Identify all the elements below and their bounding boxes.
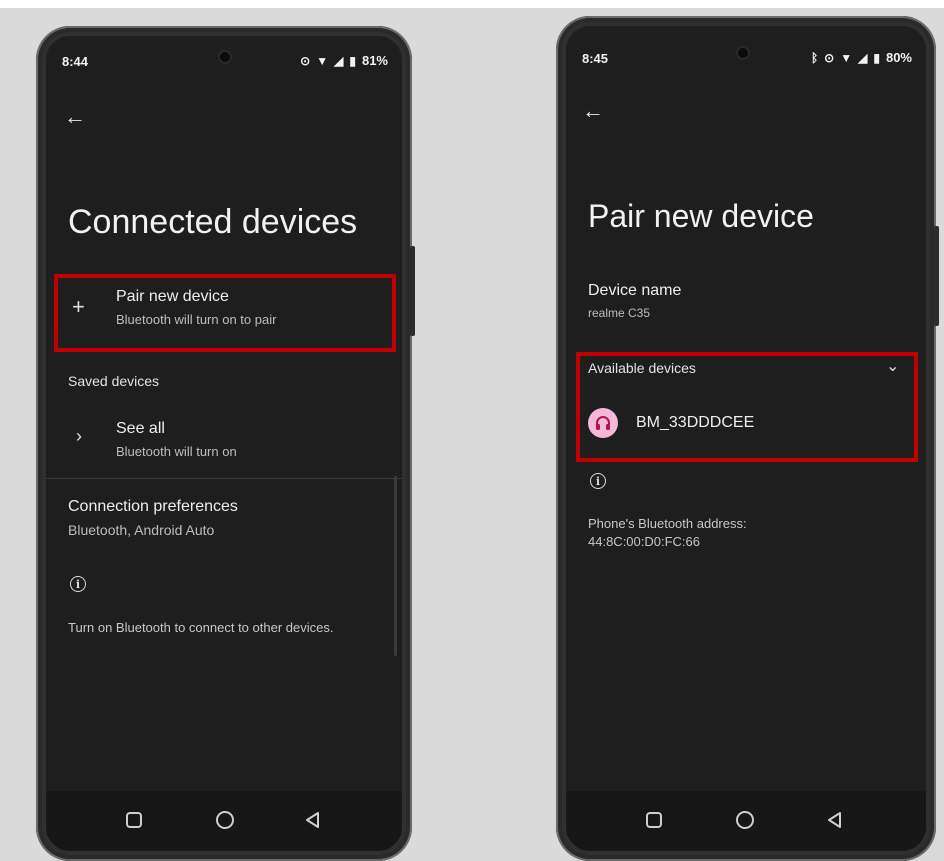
signal-icon: ◢ [858, 50, 868, 65]
status-icons: ᛒ ⊙ ▼ ◢ ▮ 80% [811, 50, 912, 65]
bluetooth-icon: ᛒ [810, 50, 819, 65]
connection-preferences-subtitle: Bluetooth, Android Auto [68, 522, 215, 538]
back-button[interactable] [304, 811, 326, 833]
see-all-title[interactable]: See all [116, 420, 165, 438]
see-all-subtitle: Bluetooth will turn on [116, 444, 237, 459]
recents-button[interactable] [126, 812, 142, 828]
battery-icon: ▮ [349, 53, 356, 68]
saved-devices-header: Saved devices [68, 373, 160, 389]
back-arrow-icon[interactable]: ← [64, 104, 86, 130]
battery-percent: 81% [361, 53, 388, 68]
eye-icon: ⊙ [300, 53, 311, 68]
home-button[interactable] [216, 811, 234, 829]
bluetooth-address-value: 44:8C:00:D0:FC:66 [588, 534, 701, 549]
status-icons: ⊙ ▼ ◢ ▮ 81% [300, 53, 388, 68]
device-name-value: realme C35 [588, 306, 651, 320]
highlight-pair-new-device [54, 274, 396, 352]
recents-button[interactable] [646, 812, 662, 828]
status-time: 8:44 [62, 54, 89, 69]
divider [46, 478, 402, 479]
left-phone: 8:44 ⊙ ▼ ◢ ▮ 81% ← Connected devices + P… [36, 26, 415, 861]
status-time: 8:45 [582, 51, 609, 66]
home-button[interactable] [736, 811, 754, 829]
left-screen: 8:44 ⊙ ▼ ◢ ▮ 81% ← Connected devices + P… [46, 36, 402, 851]
front-camera [738, 48, 748, 58]
highlight-available-devices [576, 352, 918, 462]
bluetooth-info-text: Turn on Bluetooth to connect to other de… [68, 620, 334, 635]
back-arrow-icon[interactable]: ← [582, 98, 604, 124]
device-name-label[interactable]: Device name [588, 282, 681, 300]
page-title: Pair new device [588, 198, 814, 234]
back-button[interactable] [826, 811, 848, 833]
battery-icon: ▮ [873, 50, 880, 65]
navigation-bar [566, 791, 926, 851]
bluetooth-address-label: Phone's Bluetooth address: [588, 516, 747, 531]
chevron-right-icon: › [76, 426, 82, 446]
navigation-bar [46, 791, 402, 851]
connection-preferences-title[interactable]: Connection preferences [68, 498, 238, 516]
info-icon: i [590, 473, 606, 489]
scrollbar[interactable] [394, 476, 397, 656]
signal-icon: ◢ [334, 53, 344, 68]
status-bar: 8:45 ᛒ ⊙ ▼ ◢ ▮ 80% [566, 26, 926, 76]
info-icon: i [70, 576, 86, 592]
wifi-icon: ▼ [840, 50, 853, 65]
status-bar: 8:44 ⊙ ▼ ◢ ▮ 81% [46, 36, 402, 86]
page-title: Connected devices [68, 203, 358, 241]
front-camera [220, 52, 230, 62]
wifi-icon: ▼ [316, 53, 329, 68]
battery-percent: 80% [885, 50, 912, 65]
eye-icon: ⊙ [824, 50, 835, 65]
